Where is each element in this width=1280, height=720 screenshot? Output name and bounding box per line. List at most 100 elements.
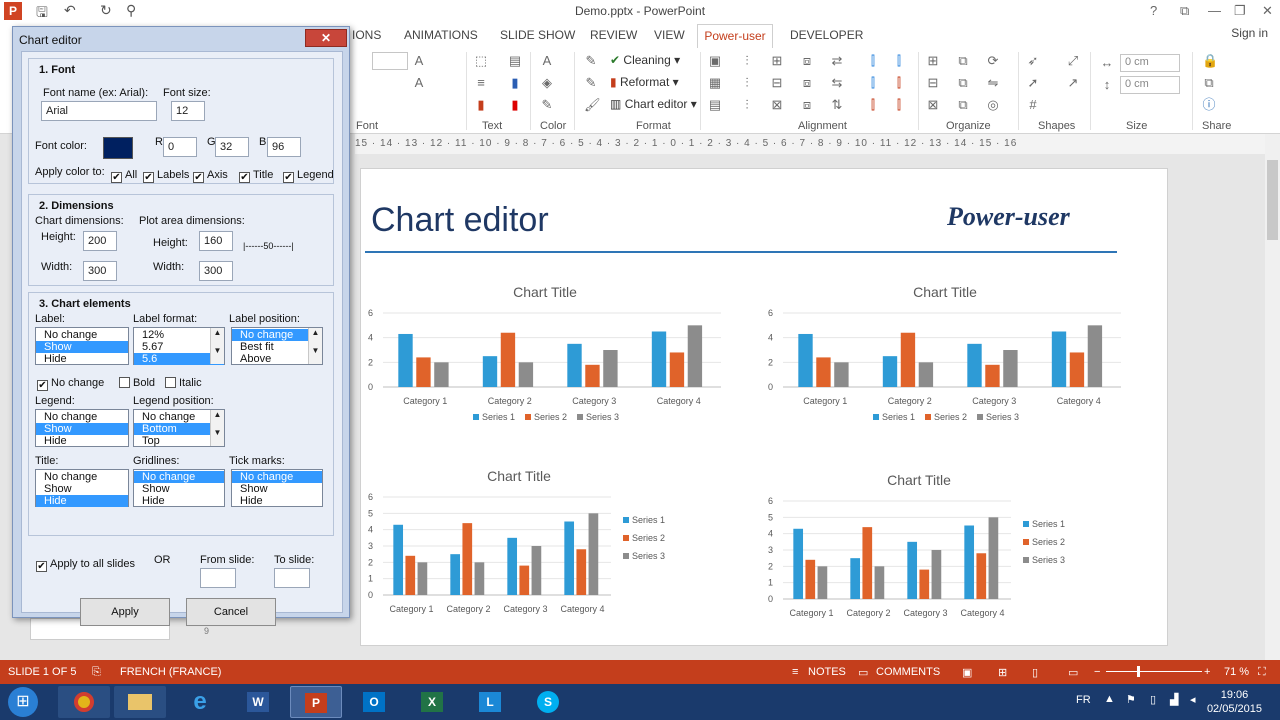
font-color-icon[interactable]: A [540, 54, 554, 68]
apply-button[interactable]: Apply [80, 598, 170, 626]
select-icon[interactable]: ➶ [1026, 54, 1040, 68]
list-item[interactable]: Show [36, 423, 128, 435]
pointer-icon[interactable]: ➚ [1026, 76, 1040, 90]
list-item[interactable]: No change [36, 411, 128, 423]
chart-width-input[interactable]: 300 [83, 261, 117, 281]
apply-title-checkbox[interactable]: ✔ Title [239, 169, 273, 183]
ungroup-icon[interactable]: ⊟ [926, 76, 940, 90]
title-listbox[interactable]: No change Show Hide [35, 469, 129, 507]
ribbon-options-icon[interactable]: ⧉ [1180, 3, 1189, 19]
tab-slide-show[interactable]: SLIDE SHOW [500, 28, 575, 42]
tab-review[interactable]: REVIEW [590, 28, 637, 42]
tab-view[interactable]: VIEW [654, 28, 685, 42]
apply-axis-checkbox[interactable]: ✔ Axis [193, 169, 228, 183]
list-item[interactable]: Show [232, 483, 322, 495]
list-item[interactable]: No change [134, 471, 224, 483]
fit-slide-icon[interactable]: ⛶ [1258, 666, 1266, 679]
slideshow-icon[interactable]: ▭ [1068, 666, 1078, 679]
skype-icon[interactable]: S [522, 686, 574, 718]
reading-view-icon[interactable]: ▯ [1032, 666, 1038, 679]
label-format-listbox[interactable]: 12% 5.67 5.6 ▲ ▼ [133, 327, 225, 365]
normal-view-icon[interactable]: ▣ [962, 666, 972, 679]
info-icon[interactable]: ⓘ [1202, 98, 1216, 112]
align-edge-left-icon[interactable]: ⫿ [866, 54, 880, 68]
chart-editor-button[interactable]: ▥ Chart editor ▾ [610, 97, 697, 111]
tab-developer[interactable]: DEVELOPER [790, 28, 863, 42]
distribute-h-icon[interactable]: ⊞ [770, 54, 784, 68]
zoom-in-icon[interactable]: + [1204, 666, 1210, 678]
vertical-scroll-thumb[interactable] [1267, 160, 1278, 240]
font-name-input[interactable]: Arial [41, 101, 157, 121]
legend-position-listbox[interactable]: No change Bottom Top ▲ ▼ [133, 409, 225, 447]
clock[interactable]: 19:06 02/05/2015 [1207, 688, 1262, 716]
from-slide-input[interactable] [200, 568, 236, 588]
apply-labels-checkbox[interactable]: ✔ Labels [143, 169, 189, 183]
flag-fr-icon[interactable]: ▮ [508, 76, 522, 90]
cleaning-button[interactable]: ✔ Cleaning ▾ [610, 53, 680, 67]
list-item[interactable]: Show [134, 483, 224, 495]
align-edge-v-icon[interactable]: ⫿ [892, 76, 906, 90]
chrome-icon[interactable] [58, 686, 110, 718]
italic-checkbox[interactable]: Italic [165, 377, 202, 389]
powerpoint-taskbar-icon[interactable]: P [290, 686, 342, 718]
chart-top-right[interactable]: Chart Title 0 2 4 6 Category 1 Category 2 Categ… [761, 277, 1141, 437]
list-item[interactable]: Show [36, 341, 128, 353]
align-top-icon[interactable]: ▣ [708, 54, 722, 68]
volume-icon[interactable]: ◂ [1190, 693, 1196, 706]
list-item[interactable]: Show [36, 483, 128, 495]
tab-transitions[interactable]: IONS [352, 28, 381, 42]
dialog-close-button[interactable]: ✕ [305, 29, 347, 47]
input-language[interactable]: FR [1076, 694, 1091, 706]
group-objects-icon[interactable]: ⊞ [926, 54, 940, 68]
plot-height-input[interactable]: 160 [199, 231, 233, 251]
label-position-listbox[interactable]: No change Best fit Above ▲ ▼ [231, 327, 323, 365]
height-input[interactable]: 0 cm [1120, 76, 1180, 94]
align-edge-h-icon[interactable]: ⫿ [866, 76, 880, 90]
bold-checkbox[interactable]: Bold [119, 377, 155, 389]
list-item[interactable]: No change [232, 471, 322, 483]
excel-icon[interactable]: X [406, 686, 458, 718]
word-icon[interactable]: W [232, 686, 284, 718]
hash-icon[interactable]: # [1026, 98, 1040, 112]
list-item[interactable]: Hide [232, 495, 322, 507]
comments-button[interactable]: COMMENTS [876, 666, 940, 678]
flag-es-icon[interactable]: ▮ [508, 98, 522, 112]
legend-listbox[interactable]: No change Show Hide [35, 409, 129, 447]
distribute-v-icon[interactable]: ⊟ [770, 76, 784, 90]
red-input[interactable]: 0 [163, 137, 197, 157]
tick-marks-listbox[interactable]: No change Show Hide [231, 469, 323, 507]
font-size-input[interactable]: 12 [171, 101, 205, 121]
chart-bottom-left[interactable]: Chart Title 0 1 2 3 4 5 6 Category 1 Category 2 Ca… [361, 461, 741, 631]
plot-width-input[interactable]: 300 [199, 261, 233, 281]
label-format-scrollbar[interactable]: ▲ ▼ [210, 328, 224, 364]
align-middle-icon[interactable]: ▦ [708, 76, 722, 90]
zoom-slider[interactable] [1106, 671, 1202, 672]
slide-sorter-icon[interactable]: ⊞ [998, 666, 1007, 679]
rotate-icon[interactable]: ⟳ [986, 54, 1000, 68]
text-highlight-icon[interactable]: ▮ [474, 98, 488, 112]
explorer-icon[interactable] [114, 686, 166, 718]
restore-icon[interactable]: ❐ [1234, 3, 1246, 19]
label-position-scrollbar[interactable]: ▲ ▼ [308, 328, 322, 364]
apply-all-checkbox[interactable]: ✔ All [111, 169, 137, 183]
slide-title[interactable]: Chart editor [371, 201, 549, 240]
snap-right-icon[interactable]: ⧈ [800, 76, 814, 90]
start-button[interactable]: ⊞ [8, 687, 38, 717]
zoom-out-icon[interactable]: − [1094, 666, 1100, 678]
ie-icon[interactable]: e [174, 686, 226, 718]
reformat-button[interactable]: ▮ Reformat ▾ [610, 75, 679, 89]
proofing-icon[interactable]: ⎘ [92, 666, 101, 679]
flip-icon[interactable]: ⇋ [986, 76, 1000, 90]
align-edge-right-icon[interactable]: ⫿ [892, 54, 906, 68]
zoom-level[interactable]: 71 % [1224, 666, 1249, 678]
outlook-icon[interactable]: O [348, 686, 400, 718]
list-item[interactable]: No change [36, 329, 128, 341]
align-edge-top-icon[interactable]: ⫿ [866, 98, 880, 112]
tray-arrow-icon[interactable]: ▲ [1104, 693, 1115, 705]
notes-button[interactable]: NOTES [808, 666, 846, 678]
layers-icon[interactable]: ⧉ [956, 98, 970, 112]
connector-icon[interactable]: ⤢ [1066, 54, 1080, 68]
chart-height-input[interactable]: 200 [83, 231, 117, 251]
to-slide-input[interactable] [274, 568, 310, 588]
align-edge-bottom-icon[interactable]: ⫿ [892, 98, 906, 112]
